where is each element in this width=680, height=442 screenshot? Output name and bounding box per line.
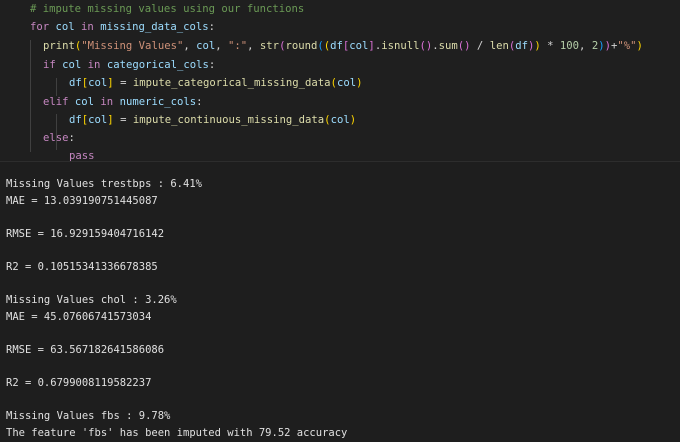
output-line: Missing Values trestbps : 6.41% (6, 178, 202, 190)
code-token: isnull (381, 40, 420, 52)
code-line: pass (69, 147, 95, 165)
code-token: , (215, 40, 229, 52)
code-token: df (330, 40, 343, 52)
code-token: for (30, 21, 50, 33)
code-token: col (336, 77, 357, 89)
code-line: print("Missing Values", col, ":", str(ro… (43, 37, 643, 55)
code-token: ) (356, 77, 363, 89)
code-token: in (74, 21, 101, 33)
code-token: round (285, 40, 318, 52)
code-token: in (81, 59, 107, 71)
code-token: "%" (617, 40, 637, 52)
output-line: MAE = 13.039190751445087 (6, 194, 158, 207)
output-line: R2 = 0.10515341336678385 (6, 260, 158, 273)
code-token: ) (349, 114, 357, 126)
code-token: missing_data_cols (100, 21, 209, 33)
code-token: df (69, 77, 82, 89)
code-token: sum (438, 40, 458, 52)
code-token: () (419, 40, 433, 52)
code-token: : (196, 96, 203, 108)
output-line: RMSE = 63.567182641586086 (6, 343, 165, 356)
code-token: in (94, 96, 120, 108)
code-token: : (208, 21, 216, 33)
code-token: elif (43, 96, 69, 108)
code-token: : (68, 132, 75, 144)
code-token: col (74, 96, 95, 108)
output-line: Missing Values fbs : 9.78% (6, 410, 171, 423)
code-token: col (62, 59, 82, 71)
code-token: , (579, 40, 592, 52)
code-token: = (113, 114, 133, 126)
code-token: print (43, 40, 75, 52)
code-token: if (43, 59, 56, 71)
code-line: for col in missing_data_cols: (30, 18, 215, 36)
code-token: ":" (228, 40, 248, 52)
code-token: = (113, 77, 133, 89)
code-token: * (540, 40, 560, 52)
cell-output-divider (0, 161, 680, 162)
code-token: else (43, 132, 69, 144)
code-token: df (515, 40, 528, 52)
code-token: impute_continuous_missing_data (132, 114, 325, 126)
code-token: , (183, 40, 197, 52)
code-token: , (247, 40, 260, 52)
output-line: Missing Values chol : 3.26% (6, 294, 177, 307)
code-token: col (330, 114, 350, 126)
code-token: ) (636, 40, 643, 52)
code-token: : (208, 59, 216, 71)
code-line: # impute missing values using our functi… (30, 0, 304, 18)
code-line: else: (43, 129, 75, 147)
code-line: if col in categorical_cols: (43, 56, 215, 74)
code-token: len (489, 40, 509, 52)
code-cell[interactable]: # impute missing values using our functi… (0, 0, 680, 162)
code-token: df (69, 114, 82, 126)
code-token: categorical_cols (106, 59, 209, 71)
indent-guide (30, 40, 31, 152)
code-line: df[col] = impute_categorical_missing_dat… (69, 74, 362, 92)
code-token: col (55, 21, 75, 33)
code-token: / (470, 40, 490, 52)
code-line: df[col] = impute_continuous_missing_data… (69, 111, 356, 129)
code-token: col (349, 40, 369, 52)
code-token: 100 (559, 40, 580, 52)
code-token: numeric_cols (119, 96, 197, 108)
code-token: col (88, 77, 108, 89)
output-line: MAE = 45.07606741573034 (6, 310, 152, 323)
code-token: impute_categorical_missing_data (132, 77, 331, 89)
output-line: The feature 'fbs' has been imputed with … (6, 426, 348, 439)
code-token: str (259, 40, 280, 52)
output-line: R2 = 0.6799008119582237 (6, 377, 152, 390)
code-token: col (88, 114, 108, 126)
output-line: RMSE = 16.929159404716142 (6, 227, 165, 240)
code-token: # impute missing values using our functi… (30, 3, 305, 15)
code-line: elif col in numeric_cols: (43, 93, 203, 111)
code-token: "Missing Values" (81, 40, 184, 52)
code-token: () (457, 40, 471, 52)
code-token: col (196, 40, 216, 52)
cell-output: Missing Values trestbps : 6.41% MAE = 13.… (6, 176, 347, 442)
